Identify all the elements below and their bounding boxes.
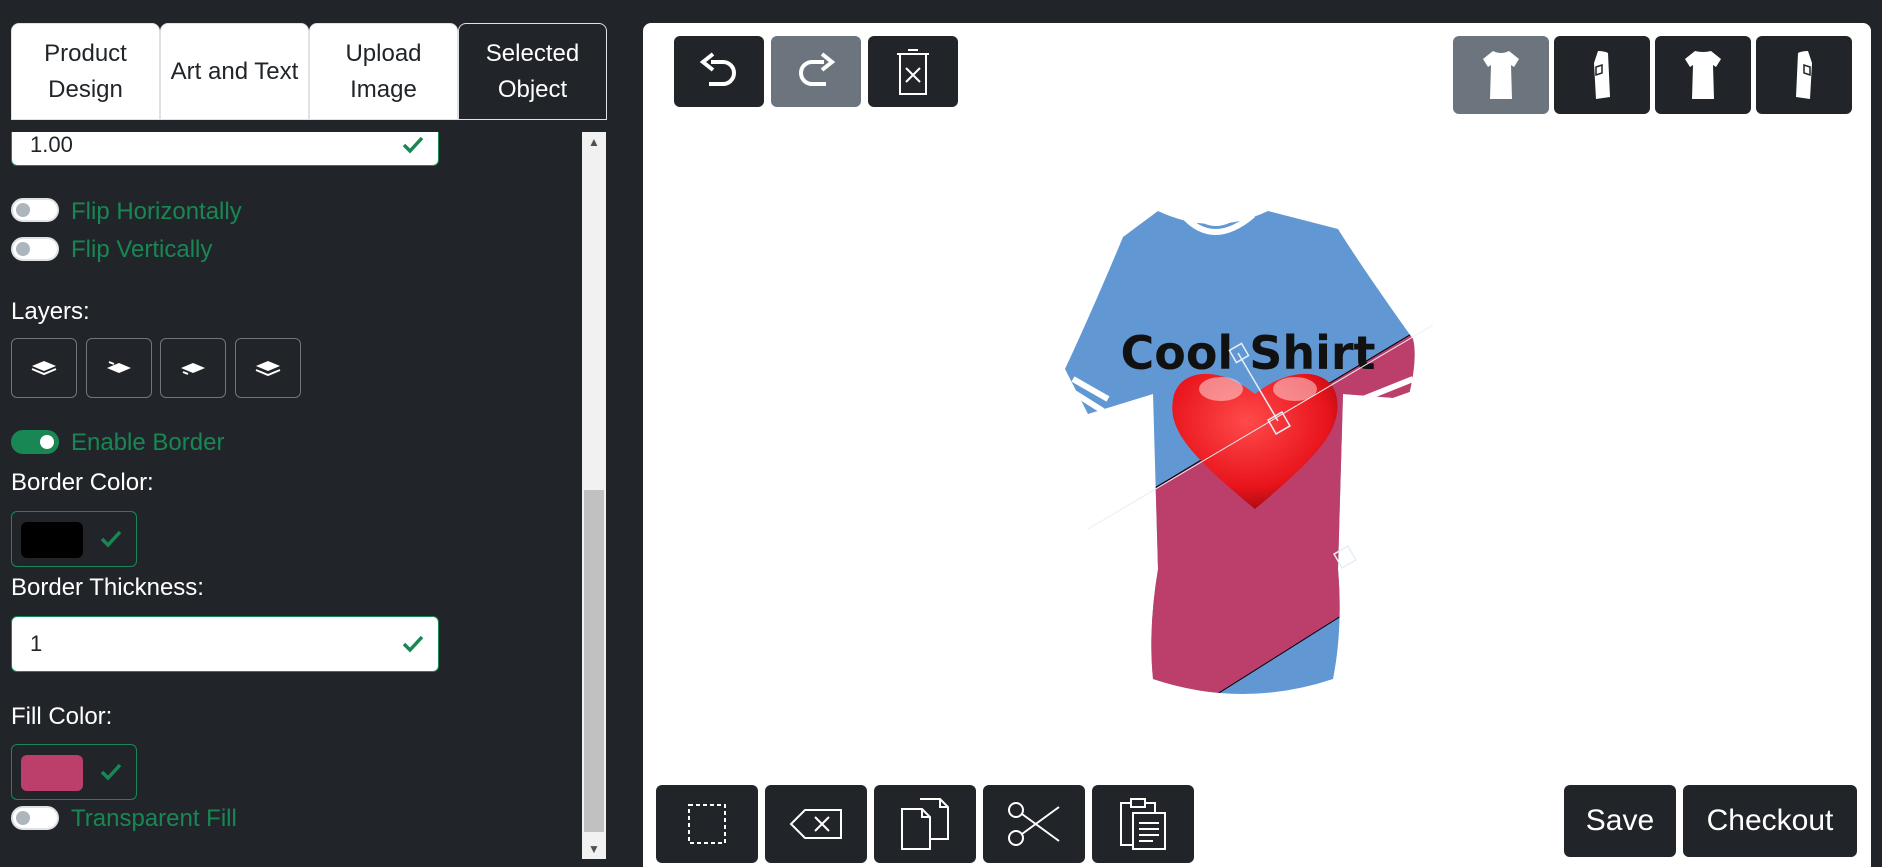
send-backward-button[interactable] bbox=[160, 338, 226, 398]
view-left-button[interactable] bbox=[1554, 36, 1650, 114]
selected-object-panel: 1.00 Flip Horizontally Flip Vertically L… bbox=[0, 132, 582, 867]
border-color-picker[interactable] bbox=[11, 511, 137, 567]
save-button[interactable]: Save bbox=[1564, 785, 1676, 857]
send-backward-icon bbox=[181, 363, 205, 375]
layers-label: Layers: bbox=[11, 298, 90, 325]
design-canvas[interactable]: Cool Shirt Save Checkout bbox=[643, 23, 1871, 867]
shirt-preview[interactable]: Cool Shirt bbox=[1003, 189, 1503, 749]
delete-object-button[interactable] bbox=[765, 785, 867, 863]
copy-icon bbox=[901, 798, 949, 850]
scroll-up-arrow-icon[interactable]: ▲ bbox=[582, 132, 606, 152]
tab-label: Selected Object bbox=[485, 39, 580, 103]
send-to-back-button[interactable] bbox=[235, 338, 301, 398]
view-front-button[interactable] bbox=[1453, 36, 1549, 114]
enable-border-label: Enable Border bbox=[71, 429, 225, 456]
check-icon bbox=[100, 530, 122, 548]
view-back-button[interactable] bbox=[1655, 36, 1751, 114]
paste-button[interactable] bbox=[1092, 785, 1194, 863]
shirt-front-icon bbox=[1483, 51, 1519, 99]
fill-color-swatch bbox=[21, 755, 83, 791]
border-thickness-value: 1 bbox=[30, 631, 43, 656]
transparent-fill-toggle[interactable] bbox=[11, 806, 59, 830]
tab-bar: Product Design Art and Text Upload Image… bbox=[11, 23, 607, 120]
tab-label: Upload Image bbox=[345, 39, 422, 103]
tab-upload-image[interactable]: Upload Image bbox=[309, 23, 458, 120]
undo-button[interactable] bbox=[674, 36, 764, 107]
flip-horizontal-label: Flip Horizontally bbox=[71, 198, 242, 225]
trash-clear-icon bbox=[897, 48, 929, 95]
select-all-button[interactable] bbox=[656, 785, 758, 863]
shirt-design-text[interactable]: Cool Shirt bbox=[1120, 326, 1375, 380]
tab-label: Product Design bbox=[44, 39, 127, 103]
shirt-side-icon bbox=[1594, 51, 1610, 99]
cut-icon bbox=[1008, 802, 1060, 846]
shirt-side-icon bbox=[1796, 51, 1812, 99]
scale-value: 1.00 bbox=[30, 132, 73, 157]
flip-horizontal-toggle[interactable] bbox=[11, 198, 59, 222]
scroll-thumb[interactable] bbox=[584, 490, 604, 832]
panel-scrollbar[interactable]: ▲ ▼ bbox=[582, 132, 606, 859]
fill-color-label: Fill Color: bbox=[11, 703, 113, 730]
bring-forward-icon bbox=[107, 361, 131, 373]
check-icon bbox=[402, 635, 424, 653]
tab-product-design[interactable]: Product Design bbox=[11, 23, 160, 120]
flip-vertical-toggle[interactable] bbox=[11, 237, 59, 261]
bring-forward-button[interactable] bbox=[86, 338, 152, 398]
check-icon bbox=[100, 763, 122, 781]
save-label: Save bbox=[1585, 804, 1655, 837]
transparent-fill-label: Transparent Fill bbox=[71, 805, 237, 832]
fill-color-picker[interactable] bbox=[11, 744, 137, 800]
redo-button[interactable] bbox=[771, 36, 861, 107]
checkout-label: Checkout bbox=[1706, 804, 1834, 837]
checkout-button[interactable]: Checkout bbox=[1683, 785, 1857, 857]
copy-button[interactable] bbox=[874, 785, 976, 863]
delete-icon bbox=[789, 809, 842, 839]
check-icon bbox=[402, 136, 424, 154]
select-icon bbox=[688, 804, 726, 844]
border-thickness-label: Border Thickness: bbox=[11, 574, 204, 601]
scale-input[interactable]: 1.00 bbox=[11, 132, 439, 166]
left-panel: Product Design Art and Text Upload Image… bbox=[0, 0, 630, 867]
cut-button[interactable] bbox=[983, 785, 1085, 863]
bring-to-front-button[interactable] bbox=[11, 338, 77, 398]
tab-label: Art and Text bbox=[170, 57, 299, 85]
send-to-back-icon bbox=[255, 361, 281, 376]
border-color-swatch bbox=[21, 522, 83, 558]
tab-selected-object[interactable]: Selected Object bbox=[458, 23, 607, 120]
border-thickness-input[interactable]: 1 bbox=[11, 616, 439, 672]
bring-to-front-icon bbox=[31, 361, 57, 376]
border-color-label: Border Color: bbox=[11, 469, 154, 496]
clear-canvas-button[interactable] bbox=[868, 36, 958, 107]
enable-border-toggle[interactable] bbox=[11, 430, 59, 454]
undo-icon bbox=[699, 51, 736, 86]
paste-icon bbox=[1120, 798, 1166, 850]
scroll-down-arrow-icon[interactable]: ▼ bbox=[582, 839, 606, 859]
redo-icon bbox=[799, 51, 836, 86]
flip-vertical-label: Flip Vertically bbox=[71, 236, 213, 263]
tab-art-and-text[interactable]: Art and Text bbox=[160, 23, 309, 120]
shirt-back-icon bbox=[1685, 51, 1721, 99]
view-right-button[interactable] bbox=[1756, 36, 1852, 114]
